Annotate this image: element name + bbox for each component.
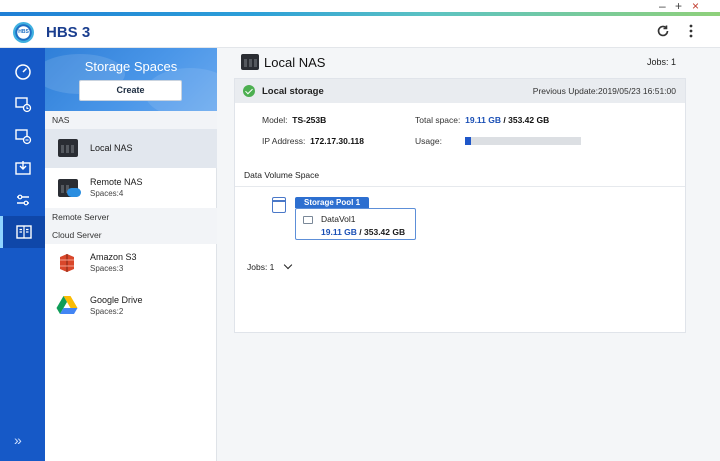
check-circle-icon [243,85,255,97]
model-info: Model: TS-253B [262,115,326,125]
chevron-down-icon [283,260,293,270]
jobs-expander[interactable]: Jobs: 1 [247,260,293,272]
volume-used: 19.11 GB [321,227,357,237]
disk-icon [272,197,286,213]
nav-rail: » [0,48,45,461]
volume-box[interactable]: DataVol1 19.11 GB / 353.42 GB [295,208,416,240]
sidebar-title: Storage Spaces [84,59,178,74]
ip-value: 172.17.30.118 [310,136,364,146]
logo-text: HBS [18,29,29,35]
rail-backup[interactable] [0,88,45,120]
volume-space: 19.11 GB / 353.42 GB [321,227,405,237]
volume-name: DataVol1 [321,214,356,224]
total-used: 19.11 GB [465,115,502,125]
refresh-icon[interactable] [656,24,670,40]
storage-pool-tag[interactable]: Storage Pool 1 [295,197,370,208]
sidebar-item-local-nas[interactable]: Local NAS [45,129,217,168]
storage-spaces-icon [16,225,32,239]
app-title: HBS 3 [46,24,91,41]
divider [235,186,685,187]
title-strip: – + × [0,0,720,16]
google-drive-icon [56,296,78,314]
minimize-button[interactable]: – [659,0,666,12]
total-space-label: Total space: [415,115,461,125]
sidebar-header: Storage Spaces Create [45,48,217,111]
sidebar-item-sub: Spaces:3 [90,264,124,273]
sidebar-item-amazon-s3[interactable]: Amazon S3 Spaces:3 [45,244,217,283]
rail-dashboard[interactable] [0,56,45,88]
app-header: HBS HBS 3 [0,16,720,48]
main-panel: Local NAS Jobs: 1 Local storage Previous… [217,48,720,461]
jobs-count[interactable]: Jobs: 1 [647,57,676,67]
total-capacity: 353.42 GB [508,115,550,125]
dashboard-icon [14,64,31,80]
backup-icon [14,97,31,113]
sidebar-item-label: Local NAS [90,143,133,153]
sidebar-item-label: Amazon S3 [90,252,137,262]
page-title: Local NAS [264,55,326,70]
section-remote-server: Remote Server [45,208,217,226]
expand-rail-icon[interactable]: » [14,432,22,448]
sync-icon [14,129,31,145]
usage-bar [465,137,581,145]
storage-sidebar: Storage Spaces Create NAS Local NAS Remo… [45,48,217,461]
total-space-info: Total space: 19.11 GB / 353.42 GB [415,115,549,125]
local-storage-card: Local storage Previous Update:2019/05/23… [234,78,686,333]
amazon-s3-icon [60,254,74,272]
jobs-label: Jobs: 1 [247,262,275,272]
services-icon [16,194,29,206]
sidebar-item-label: Remote NAS [90,177,143,187]
ip-label: IP Address: [262,136,306,146]
model-value: TS-253B [292,115,327,125]
maximize-button[interactable]: + [675,0,682,12]
card-header: Local storage Previous Update:2019/05/23… [235,79,685,103]
sidebar-item-label: Google Drive [90,295,143,305]
ip-info: IP Address: 172.17.30.118 [262,136,364,146]
rail-services[interactable] [0,184,45,216]
create-button[interactable]: Create [79,80,182,101]
volume-separator: / [356,227,365,237]
rail-sync[interactable] [0,120,45,152]
usage-fill [465,137,472,145]
more-vertical-icon[interactable] [688,24,694,40]
section-nas: NAS [45,111,217,129]
restore-icon [14,161,31,175]
sidebar-item-google-drive[interactable]: Google Drive Spaces:2 [45,286,217,325]
hbs-logo: HBS [13,22,34,43]
close-button[interactable]: × [692,0,699,12]
section-cloud-server: Cloud Server [45,226,217,244]
card-title: Local storage [262,86,324,97]
usage-label: Usage: [415,136,442,146]
rail-restore[interactable] [0,152,45,184]
nas-icon [58,139,78,157]
local-nas-icon [241,54,259,70]
sidebar-item-remote-nas[interactable]: Remote NAS Spaces:4 [45,169,217,208]
volume-icon [303,216,313,224]
sidebar-item-sub: Spaces:2 [90,307,124,316]
remote-nas-icon [58,179,81,197]
previous-update: Previous Update:2019/05/23 16:51:00 [532,86,676,96]
data-volume-space-label: Data Volume Space [244,170,320,180]
volume-capacity: 353.42 GB [364,227,406,237]
model-label: Model: [262,115,288,125]
sidebar-item-sub: Spaces:4 [90,189,124,198]
rail-storage-spaces[interactable] [0,216,45,248]
